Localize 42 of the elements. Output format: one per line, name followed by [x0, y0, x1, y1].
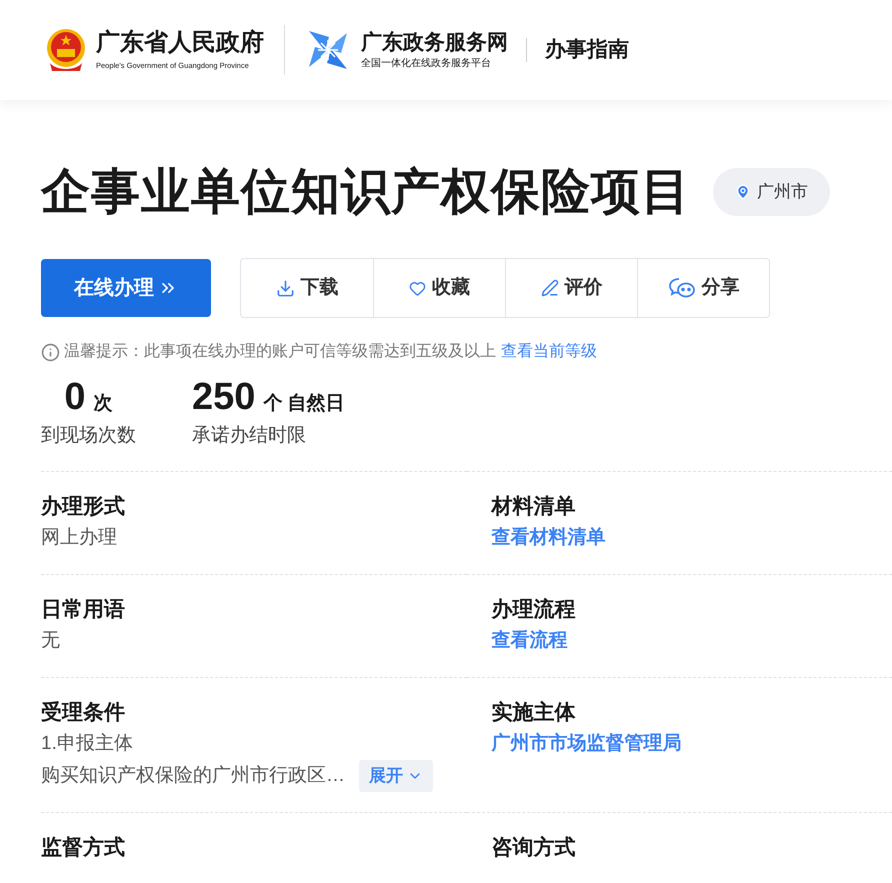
field-label: 监督方式: [41, 834, 126, 860]
field-label: 日常用语: [41, 596, 126, 622]
field-label: 受理条件: [41, 700, 126, 726]
field-value: 1.申报主体: [41, 732, 133, 756]
online-apply-button[interactable]: 在线办理: [41, 259, 211, 317]
pencil-icon: [540, 279, 558, 297]
field-value: 购买知识产权保险的广州市行政区…: [41, 764, 345, 788]
info-icon: [41, 342, 60, 362]
stat-label: 承诺办结时限: [192, 424, 306, 448]
field-link[interactable]: 广州市市场监督管理局: [492, 728, 682, 760]
page-title: 企事业单位知识产权保险项目: [41, 164, 691, 220]
field-label: 咨询方式: [492, 834, 576, 860]
stat-unit: 次: [94, 392, 113, 416]
stat-label: 到现场次数: [41, 424, 136, 448]
field-value: 无: [41, 628, 60, 652]
action-button[interactable]: 下载: [241, 259, 373, 317]
location-pin-icon: [735, 184, 751, 200]
heart-icon: [409, 280, 426, 296]
action-button[interactable]: 分享: [637, 259, 769, 317]
field-link[interactable]: 查看流程: [492, 624, 568, 656]
field-link[interactable]: 查看材料清单: [492, 522, 606, 554]
chat-bubbles-icon: [668, 277, 696, 299]
section-title: 办事指南: [545, 37, 629, 64]
emblem-icon: [44, 27, 88, 73]
gov-title: 广东省人民政府: [96, 28, 264, 58]
field-label: 办理形式: [41, 494, 126, 520]
field-label: 材料清单: [492, 494, 576, 520]
field-label: 办理流程: [492, 596, 576, 622]
field-label: 实施主体: [492, 700, 576, 726]
portal-subtitle: 全国一体化在线政务服务平台: [361, 57, 492, 71]
field-value: 网上办理: [41, 526, 117, 550]
stat-unit: 个 自然日: [263, 392, 345, 416]
action-button[interactable]: 评价: [505, 259, 637, 317]
check-level-link[interactable]: 查看当前等级: [501, 340, 597, 364]
action-button[interactable]: 收藏: [373, 259, 505, 317]
location-text: 广州市: [757, 181, 808, 204]
download-icon: [276, 278, 294, 298]
stat-value: 0: [64, 375, 86, 420]
expand-button[interactable]: 展开: [359, 760, 433, 792]
notice-text: 温馨提示：此事项在线办理的账户可信等级需达到五级及以上: [64, 342, 496, 362]
portal-title: 广东政务服务网: [361, 30, 508, 56]
stat-value: 250: [192, 375, 256, 420]
